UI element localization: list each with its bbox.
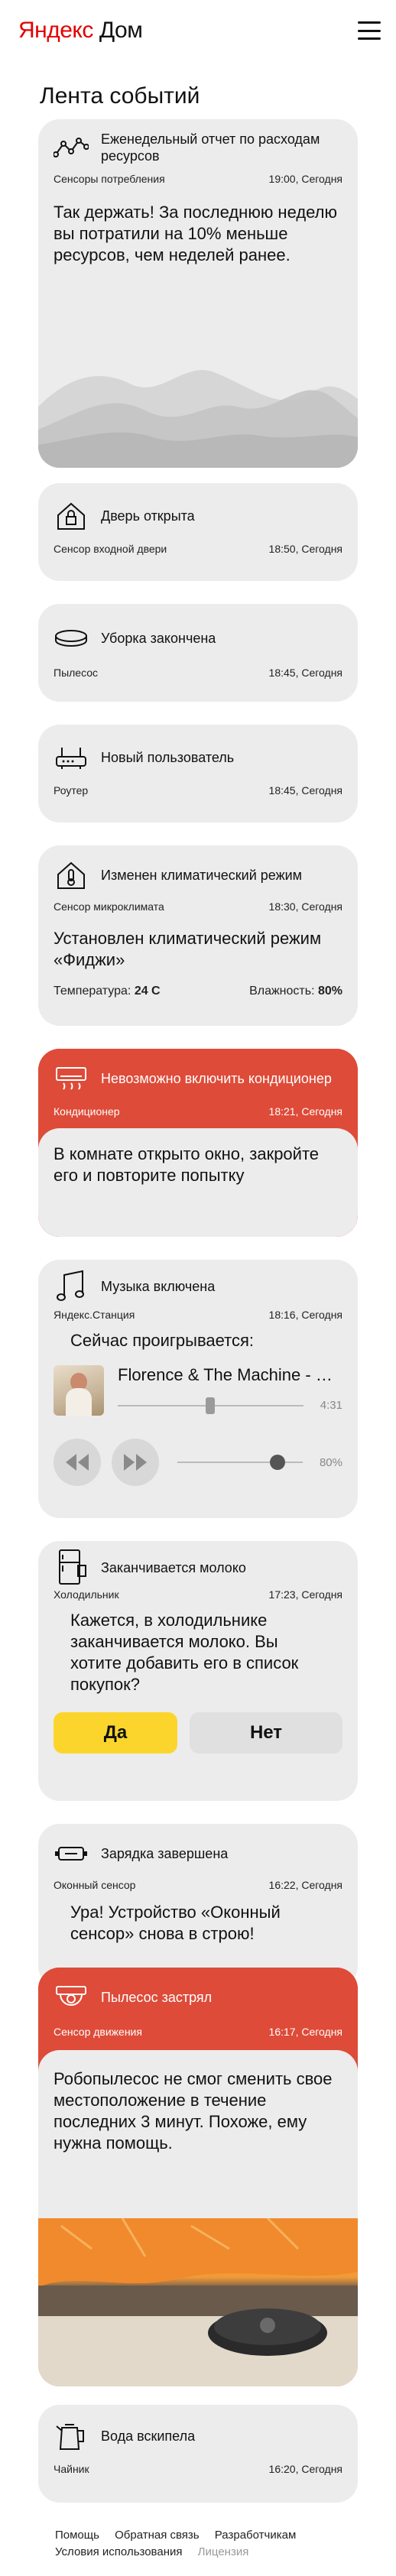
volume-label: 80% <box>319 1455 342 1469</box>
fast-forward-button[interactable] <box>112 1439 159 1486</box>
card-title: Еженедельный отчет по расходам ресурсов <box>101 131 320 164</box>
card-title: Невозможно включить кондиционер <box>101 1071 332 1086</box>
card-time: 18:16, Сегодня <box>268 1309 342 1321</box>
card-time: 18:45, Сегодня <box>268 784 342 796</box>
logo-brand-text: Яндекс <box>18 18 93 43</box>
card-weekly-report[interactable]: Еженедельный отчет по расходам ресурсов … <box>38 119 358 468</box>
music-note-icon <box>54 1269 89 1304</box>
card-source: Сенсор микроклимата <box>54 900 164 913</box>
card-music[interactable]: Музыка включена Яндекс.Станция 18:16, Се… <box>38 1260 358 1518</box>
footer-link-feedback[interactable]: Обратная связь <box>115 2529 200 2542</box>
card-title: Уборка закончена <box>101 631 216 646</box>
header: Яндекс Дом <box>0 0 396 61</box>
volume-thumb[interactable] <box>270 1455 286 1470</box>
now-playing-label: Сейчас проигрывается: <box>70 1331 255 1350</box>
card-vacuum-stuck[interactable]: Пылесос застрял Сенсор движения 16:17, С… <box>38 1968 358 2386</box>
logo-brand: Яндекс <box>18 18 93 44</box>
logo[interactable]: Яндекс Дом <box>18 18 143 44</box>
card-milk[interactable]: Заканчивается молоко Холодильник 17:23, … <box>38 1541 358 1801</box>
usage-chart <box>38 346 358 468</box>
card-ac-error[interactable]: Невозможно включить кондиционер Кондицио… <box>38 1049 358 1237</box>
card-door-open[interactable]: Дверь открыта Сенсор входной двери 18:50… <box>38 483 358 581</box>
humidity-readout: Влажность: 80% <box>249 985 342 998</box>
card-title: Вода вскипела <box>101 2428 196 2444</box>
card-source: Холодильник <box>54 1588 119 1601</box>
house-lock-icon <box>54 498 89 534</box>
card-source: Чайник <box>54 2463 89 2475</box>
camera-icon <box>54 1980 89 2015</box>
house-thermometer-icon <box>54 858 89 893</box>
card-climate-mode[interactable]: Изменен климатический режим Сенсор микро… <box>38 845 358 1026</box>
card-text: Кажется, в холодильнике заканчивается мо… <box>70 1611 299 1694</box>
card-source: Сенсор входной двери <box>54 543 167 555</box>
footer: Помощь Обратная связь Разработчикам Усло… <box>55 2527 308 2561</box>
footer-link-help[interactable]: Помощь <box>55 2529 99 2542</box>
camera-snapshot[interactable] <box>38 2218 358 2386</box>
card-title: Пылесос застрял <box>101 1990 213 2005</box>
volume-slider[interactable] <box>177 1455 303 1470</box>
card-title: Дверь открыта <box>101 508 195 524</box>
page: Яндекс Дом Лента событий Еженедельный от… <box>0 0 396 2576</box>
card-time: 18:30, Сегодня <box>268 900 342 913</box>
router-icon <box>54 740 89 775</box>
track-title: Florence & The Machine - … <box>118 1365 333 1384</box>
fridge-icon <box>54 1549 89 1585</box>
no-button[interactable]: Нет <box>190 1712 342 1754</box>
card-time: 16:20, Сегодня <box>268 2463 342 2475</box>
card-time: 17:23, Сегодня <box>268 1588 342 1601</box>
track-duration: 4:31 <box>320 1399 342 1412</box>
card-text: Ура! Устройство «Оконный сенсор» снова в… <box>70 1903 281 1943</box>
menu-icon[interactable] <box>358 21 381 40</box>
card-source: Пылесос <box>54 667 99 679</box>
vacuum-icon <box>54 621 89 656</box>
card-title: Музыка включена <box>101 1279 216 1294</box>
track-progress-slider[interactable] <box>118 1397 303 1414</box>
card-charge-complete[interactable]: Зарядка завершена Оконный сенсор 16:22, … <box>38 1824 358 1987</box>
card-text: Установлен климатический режим «Фиджи» <box>54 929 322 969</box>
card-source: Сенсор движения <box>54 2026 142 2038</box>
card-time: 19:00, Сегодня <box>268 173 342 185</box>
kettle-icon <box>54 2419 89 2454</box>
track-progress-thumb[interactable] <box>206 1397 216 1414</box>
battery-icon <box>54 1836 89 1871</box>
card-title: Изменен климатический режим <box>101 868 303 883</box>
temperature-readout: Температура: 24 C <box>54 985 161 998</box>
card-title: Новый пользователь <box>101 750 235 765</box>
page-title: Лента событий <box>40 83 200 109</box>
yes-button[interactable]: Да <box>54 1712 177 1754</box>
card-time: 18:50, Сегодня <box>268 543 342 555</box>
card-time: 18:45, Сегодня <box>268 667 342 679</box>
footer-link-license[interactable]: Лицензия <box>198 2545 249 2558</box>
card-text: В комнате открыто окно, закройте его и п… <box>54 1144 320 1185</box>
card-source: Роутер <box>54 784 89 796</box>
card-title: Заканчивается молоко <box>101 1560 246 1575</box>
card-source: Яндекс.Станция <box>54 1309 135 1321</box>
card-source: Кондиционер <box>54 1105 120 1118</box>
card-time: 16:22, Сегодня <box>268 1879 342 1891</box>
footer-link-developers[interactable]: Разработчикам <box>215 2529 296 2542</box>
card-time: 16:17, Сегодня <box>268 2026 342 2038</box>
logo-product: Дом <box>99 18 143 43</box>
card-cleaning-done[interactable]: Уборка закончена Пылесос 18:45, Сегодня <box>38 604 358 702</box>
album-cover[interactable] <box>54 1365 104 1416</box>
card-new-user[interactable]: Новый пользователь Роутер 18:45, Сегодня <box>38 725 358 822</box>
card-time: 18:21, Сегодня <box>268 1105 342 1118</box>
card-text: Робопылесос не смог сменить свое местопо… <box>54 2069 333 2153</box>
chart-line-icon <box>54 130 89 165</box>
footer-link-terms[interactable]: Условия использования <box>55 2545 183 2558</box>
card-source: Оконный сенсор <box>54 1879 136 1891</box>
card-title: Зарядка завершена <box>101 1846 229 1861</box>
card-text: Так держать! За последнюю неделю вы потр… <box>54 203 338 264</box>
card-source: Сенсоры потребления <box>54 173 165 185</box>
card-kettle[interactable]: Вода вскипела Чайник 16:20, Сегодня <box>38 2405 358 2503</box>
rewind-button[interactable] <box>54 1439 101 1486</box>
air-conditioner-icon <box>54 1061 89 1096</box>
